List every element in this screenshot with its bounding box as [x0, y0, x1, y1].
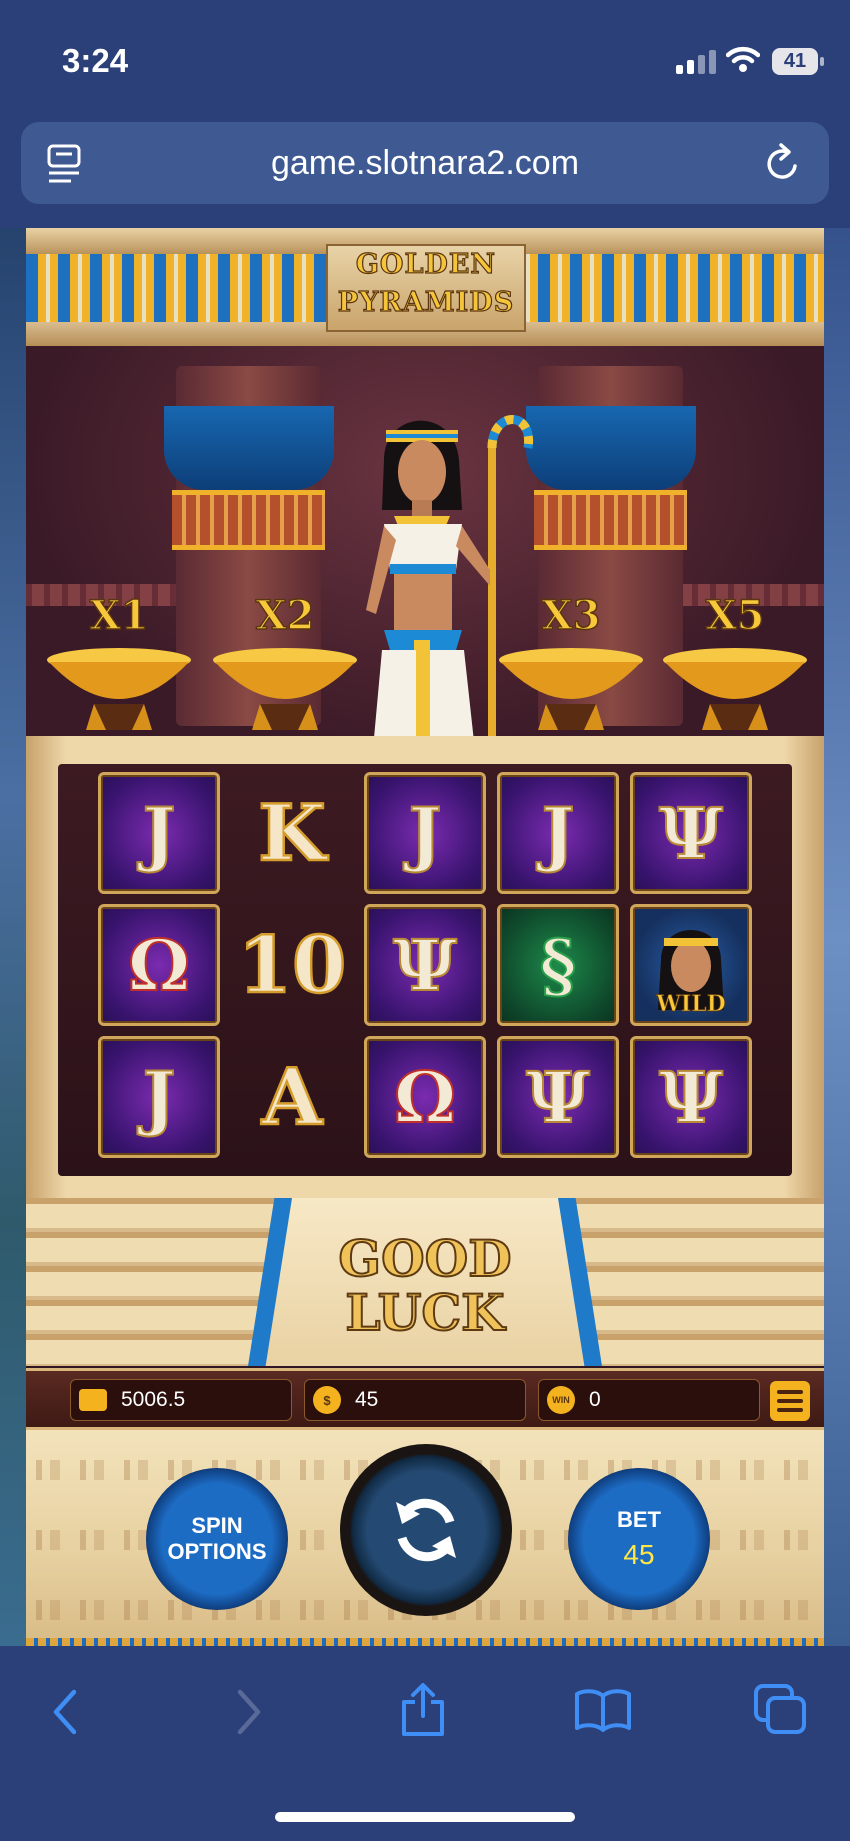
symbol-ankh-j: J: [98, 772, 220, 894]
url-text[interactable]: game.slotnara2.com: [21, 144, 829, 183]
multiplier-bowl-x3: X3: [496, 591, 646, 732]
background-right-edge: [824, 228, 850, 1646]
battery-level: 41: [783, 50, 807, 72]
multiplier-label: X1: [89, 591, 149, 640]
golden-bowl-icon: [47, 648, 191, 730]
spin-arrows-icon: [396, 1498, 456, 1562]
bet-display: $ 45: [304, 1379, 526, 1421]
symbol-glyph: Ω: [393, 1055, 457, 1140]
game-logo: GOLDEN PYRAMIDS: [326, 244, 526, 332]
pillar-band: [172, 490, 325, 550]
balance-display: 5006.5: [70, 1379, 292, 1421]
address-bar[interactable]: game.slotnara2.com: [21, 122, 829, 204]
wifi-icon: [726, 46, 760, 72]
balance-value: 5006.5: [121, 1388, 186, 1411]
multiplier-label: X2: [255, 591, 315, 640]
symbol-glyph: §: [539, 923, 578, 1008]
multiplier-label: X3: [541, 591, 601, 640]
bet-amount-value: 45: [355, 1388, 379, 1411]
bet-label: BET: [617, 1507, 661, 1532]
menu-line: [777, 1408, 803, 1412]
symbol-glyph: A: [260, 1050, 323, 1144]
back-icon[interactable]: [50, 1688, 80, 1736]
pillar-band: [534, 490, 687, 550]
golden-bowl-icon: [213, 648, 357, 730]
multiplier-label: X5: [705, 591, 765, 640]
logo-line-1: GOLDEN: [355, 248, 497, 280]
symbol-jar-red: Ω: [98, 904, 220, 1026]
bottom-decoration-strip: [26, 1638, 824, 1646]
spin-button[interactable]: [340, 1444, 512, 1616]
symbol-glyph: Ψ: [525, 1055, 591, 1140]
win-icon: WIN: [547, 1386, 575, 1414]
symbol-glyph: J: [540, 791, 575, 876]
background-left-edge: [0, 228, 26, 1646]
bookmarks-icon[interactable]: [574, 1688, 632, 1732]
share-icon[interactable]: [400, 1682, 446, 1738]
message-line-1: GOOD: [337, 1229, 512, 1288]
symbol-glyph: Ω: [127, 923, 191, 1008]
status-bar: 3:24 41: [0, 0, 850, 118]
symbol-amulet-purple: Ψ: [364, 904, 486, 1026]
info-bar: 5006.5 $ 45 WIN 0: [26, 1368, 824, 1430]
home-indicator: [275, 1812, 575, 1822]
symbol-royal-10: 10: [231, 904, 353, 1026]
bet-value: 45: [623, 1539, 655, 1570]
tabs-icon[interactable]: [754, 1684, 808, 1736]
symbol-amulet-purple: Ψ: [630, 1036, 752, 1158]
symbol-royal-a: A: [231, 1036, 353, 1158]
cellular-signal-icon: [676, 50, 716, 74]
menu-line: [777, 1390, 803, 1394]
bet-button[interactable]: BET 45: [568, 1468, 710, 1610]
symbol-glyph: Ψ: [392, 923, 458, 1008]
symbol-glyph: K: [257, 786, 327, 880]
symbol-glyph: Ψ: [658, 791, 724, 876]
spin-options-label-2: OPTIONS: [167, 1539, 267, 1564]
reload-icon[interactable]: [763, 142, 803, 184]
reel-window: J K J J Ψ Ω 10 Ψ § WILD J A Ω Ψ Ψ: [58, 764, 792, 1176]
message-line-2: LUCK: [344, 1283, 505, 1342]
good-luck-message: GOOD LUCK: [248, 1229, 602, 1342]
pillar-cap: [526, 406, 696, 490]
spin-options-label-1: SPIN: [191, 1513, 243, 1538]
symbol-glyph: J: [407, 791, 442, 876]
symbol-ankh-j: J: [497, 772, 619, 894]
symbol-glyph: Ψ: [658, 1055, 724, 1140]
win-display: WIN 0: [538, 1379, 760, 1421]
menu-line: [777, 1399, 803, 1403]
spin-options-button[interactable]: SPIN OPTIONS: [146, 1468, 288, 1610]
symbol-amulet-purple: Ψ: [497, 1036, 619, 1158]
symbol-key-green: §: [497, 904, 619, 1026]
reel-frame: J K J J Ψ Ω 10 Ψ § WILD J A Ω Ψ Ψ: [26, 736, 824, 1198]
symbol-jar-red: Ω: [364, 1036, 486, 1158]
coin-icon: $: [313, 1386, 341, 1414]
golden-bowl-icon: [663, 648, 807, 730]
win-amount-value: 0: [589, 1388, 601, 1411]
symbol-ankh-j: J: [98, 1036, 220, 1158]
multiplier-bowl-x5: X5: [660, 591, 810, 732]
wallet-icon: [79, 1389, 107, 1411]
symbol-glyph: J: [141, 1055, 176, 1140]
logo-line-2: PYRAMIDS: [337, 286, 515, 318]
symbol-amulet-purple: Ψ: [630, 772, 752, 894]
symbol-glyph: 10: [236, 918, 347, 1012]
symbol-ankh-j: J: [364, 772, 486, 894]
pillar-cap: [164, 406, 334, 490]
slot-game: GOLDEN PYRAMIDS X1 X2 X3 X5 J K J J Ψ Ω …: [26, 228, 824, 1646]
menu-button[interactable]: [770, 1381, 810, 1421]
multiplier-bowl-x1: X1: [44, 591, 194, 732]
golden-bowl-icon: [499, 648, 643, 730]
symbol-glyph: J: [141, 791, 176, 876]
status-time: 3:24: [62, 42, 129, 79]
symbol-royal-k: K: [231, 772, 353, 894]
multiplier-bowl-x2: X2: [210, 591, 360, 732]
battery-icon: 41: [772, 48, 824, 75]
wild-label: WILD: [656, 991, 726, 1018]
forward-icon[interactable]: [234, 1688, 264, 1736]
symbol-wild-cleopatra: WILD: [630, 904, 752, 1026]
